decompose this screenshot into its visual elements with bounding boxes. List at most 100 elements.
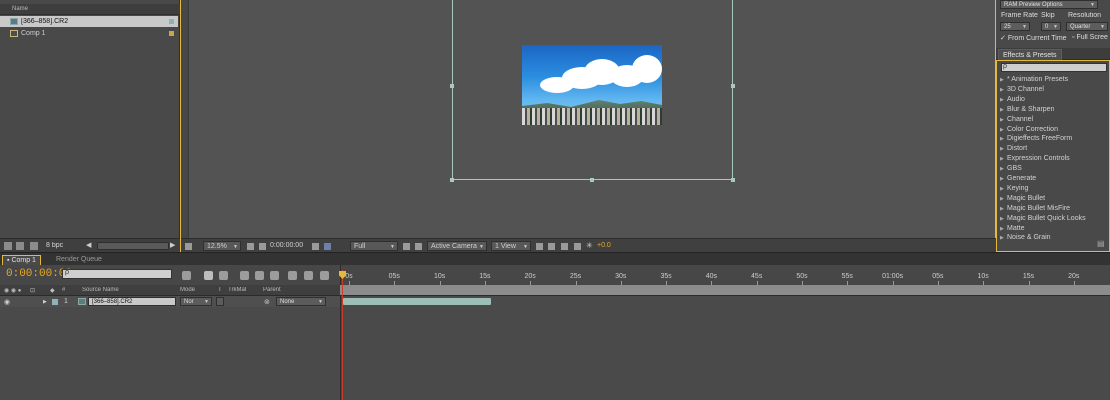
timeline-controls: 0:00:00:00 ρ <box>0 265 340 285</box>
tab-effects-presets[interactable]: Effects & Presets <box>998 49 1062 60</box>
viewer-timecode[interactable]: 0:00:00:00 <box>270 241 303 251</box>
expand-arrow-icon: ▶ <box>1000 176 1004 182</box>
exposure-value[interactable]: +0.0 <box>597 241 611 251</box>
effect-category[interactable]: ▶ Color Correction <box>1000 125 1058 135</box>
effect-category-label: Distort <box>1007 145 1028 153</box>
layer-duration-bar[interactable] <box>343 298 491 305</box>
draft-3d-icon[interactable] <box>219 271 228 280</box>
frame-rate-dropdown[interactable]: 25 ▼ <box>1000 22 1030 31</box>
effect-category[interactable]: ▶ GBS <box>1000 164 1022 174</box>
time-ruler[interactable]: 0s 05s 10s 15s 20s 25s 30s 35s 40s 45s 50s 55s 01:00… <box>340 265 1110 285</box>
from-current-time-checkbox[interactable]: ✓ From Current Time <box>1000 34 1067 42</box>
resolution-dropdown[interactable]: Full ▼ <box>350 241 398 251</box>
effect-category[interactable]: ▶ Blur & Sharpen <box>1000 105 1054 115</box>
effect-category[interactable]: ▶ Generate <box>1000 174 1036 184</box>
work-area-bar[interactable] <box>340 285 1110 296</box>
video-switch-icon[interactable]: ◉ ◉ ● <box>4 287 21 294</box>
graph-editor-icon[interactable] <box>320 271 329 280</box>
live-update-icon[interactable] <box>204 271 213 280</box>
parent-dropdown[interactable]: None ▼ <box>276 297 326 306</box>
auto-keyframe-icon[interactable] <box>304 271 313 280</box>
frame-handle[interactable] <box>450 178 454 182</box>
full-screen-checkbox[interactable]: ▫ Full Scree <box>1072 34 1110 41</box>
frame-blending-icon[interactable] <box>255 271 264 280</box>
layer-name[interactable]: [366–858].CR2 <box>88 297 176 306</box>
expand-arrow-icon: ▶ <box>1000 116 1004 123</box>
effect-category-label: GBS <box>1007 165 1022 173</box>
footage-icon <box>78 298 86 305</box>
layer-list-empty-area[interactable] <box>0 307 340 400</box>
preserve-transparency-toggle[interactable] <box>216 297 224 306</box>
effect-category[interactable]: ▶ Expression Controls <box>1000 154 1070 164</box>
blend-mode-dropdown[interactable]: Nor ▼ <box>180 297 212 306</box>
layer-row[interactable]: ◉ ▶ 1 [366–858].CR2 Nor ▼ ⊚ None ▼ <box>0 296 340 307</box>
fast-previews-icon[interactable] <box>548 243 555 250</box>
frame-handle[interactable] <box>450 84 454 88</box>
track-area[interactable] <box>340 296 1110 400</box>
expand-arrow-icon[interactable]: ▶ <box>43 299 47 305</box>
label-color-swatch[interactable] <box>169 31 174 36</box>
source-name-column-label[interactable]: Source Name <box>82 287 119 293</box>
frame-handle[interactable] <box>590 178 594 182</box>
project-item-comp[interactable]: Comp 1 <box>0 28 178 39</box>
bit-depth-label[interactable]: 8 bpc <box>46 242 63 249</box>
effect-category[interactable]: ▶ Audio <box>1000 95 1025 105</box>
timeline-icon[interactable] <box>561 243 568 250</box>
label-column-icon[interactable]: ◆ <box>50 287 55 294</box>
new-folder-icon[interactable] <box>16 242 24 250</box>
label-color-swatch[interactable] <box>52 299 58 305</box>
lock-icon[interactable]: ⊡ <box>30 287 35 294</box>
effect-category[interactable]: ▶ Keying <box>1000 184 1028 194</box>
region-of-interest-icon[interactable] <box>403 243 410 250</box>
effect-category[interactable]: ▶ Channel <box>1000 115 1033 125</box>
effect-category[interactable]: ▶ Noise & Grain <box>1000 233 1051 243</box>
effect-category[interactable]: ▶ Digieffects FreeForm <box>1000 134 1072 144</box>
composition-viewer[interactable]: 12.5% ▼ 0:00:00:00 Full ▼ Active Camera ▼ 1… <box>180 0 997 252</box>
effect-category[interactable]: ▶ Magic Bullet Quick Looks <box>1000 214 1086 224</box>
exposure-icon[interactable]: ✳ <box>586 241 593 251</box>
effect-category[interactable]: ▶ Matte <box>1000 224 1025 234</box>
mask-visibility-icon[interactable] <box>259 243 266 250</box>
always-preview-icon[interactable] <box>185 243 192 250</box>
viewer-scrollbar[interactable] <box>181 0 189 240</box>
flowchart-icon[interactable] <box>574 243 581 250</box>
scroll-left-icon[interactable]: ◀ <box>86 241 91 249</box>
frame-handle[interactable] <box>731 178 735 182</box>
skip-dropdown[interactable]: 0 ▼ <box>1041 22 1061 31</box>
frame-handle[interactable] <box>731 84 735 88</box>
eye-icon[interactable]: ◉ <box>4 298 10 306</box>
project-scrollbar[interactable] <box>97 242 169 250</box>
comp-mini-flowchart-icon[interactable] <box>182 271 191 280</box>
panel-resize-icon[interactable]: ▤ <box>1097 239 1105 248</box>
project-item-footage[interactable]: [366–858].CR2 <box>0 16 178 27</box>
motion-blur-icon[interactable] <box>270 271 279 280</box>
camera-dropdown[interactable]: Active Camera ▼ <box>427 241 487 251</box>
effect-category-label: Channel <box>1007 115 1034 123</box>
camera-snapshot-icon[interactable] <box>312 243 319 250</box>
transparency-grid-icon[interactable] <box>415 243 422 250</box>
effects-search-input[interactable]: ρ <box>1001 63 1107 72</box>
brainstorm-icon[interactable] <box>288 271 297 280</box>
effect-category-label: Digieffects FreeForm <box>1007 135 1073 143</box>
current-time-indicator[interactable] <box>342 270 343 400</box>
channel-icon[interactable] <box>324 243 331 250</box>
view-layout-dropdown[interactable]: 1 View ▼ <box>491 241 531 251</box>
resolution-dropdown[interactable]: Quarter ▼ <box>1066 22 1108 31</box>
scroll-right-icon[interactable]: ▶ <box>170 241 175 249</box>
effect-category[interactable]: ▶ 3D Channel <box>1000 85 1044 95</box>
effect-category[interactable]: ▶ Distort <box>1000 144 1027 154</box>
label-color-swatch[interactable] <box>169 19 174 24</box>
hide-shy-layers-icon[interactable] <box>240 271 249 280</box>
toggle-pixel-aspect-icon[interactable] <box>536 243 543 250</box>
effect-category[interactable]: ▶ * Animation Presets <box>1000 75 1068 85</box>
magnification-dropdown[interactable]: 12.5% ▼ <box>203 241 241 251</box>
effect-category[interactable]: ▶ Magic Bullet <box>1000 194 1045 204</box>
project-column-header[interactable]: Name <box>0 4 180 15</box>
new-composition-icon[interactable] <box>30 242 38 250</box>
interpret-footage-icon[interactable] <box>4 242 12 250</box>
effect-category[interactable]: ▶ Magic Bullet MisFire <box>1000 204 1070 214</box>
pick-whip-icon[interactable]: ⊚ <box>264 298 270 306</box>
safe-margins-icon[interactable] <box>247 243 254 250</box>
preview-options-dropdown[interactable]: RAM Preview Options ▼ <box>1000 0 1098 9</box>
timeline-search-input[interactable]: ρ <box>62 269 172 279</box>
